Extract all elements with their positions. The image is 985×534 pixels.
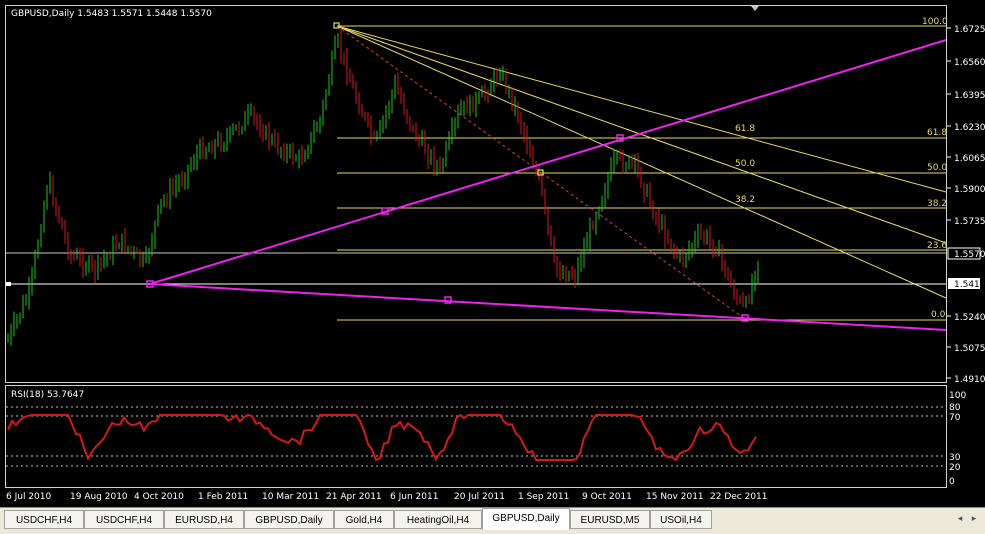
svg-text:1.5570: 1.5570 <box>954 250 985 260</box>
svg-text:19 Aug 2010: 19 Aug 2010 <box>70 492 128 502</box>
tab-eurusd-h4[interactable]: EURUSD,H4 <box>164 510 244 529</box>
svg-text:30: 30 <box>949 453 961 463</box>
fib-label-618: 61.8 <box>927 128 947 138</box>
left-price-marker <box>6 282 11 286</box>
svg-text:1.6230: 1.6230 <box>954 123 985 133</box>
tab-gold-h4[interactable]: Gold,H4 <box>334 510 394 529</box>
fan-label-618: 61.8 <box>735 124 755 134</box>
svg-text:6 Jun 2011: 6 Jun 2011 <box>390 492 438 502</box>
svg-text:22 Dec 2011: 22 Dec 2011 <box>710 492 768 502</box>
rsi-title: RSI(18) 53.7647 <box>11 390 85 400</box>
chart-title: GBPUSD,Daily 1.5483 1.5571 1.5448 1.5570 <box>11 9 212 19</box>
lower-trendline[interactable] <box>149 283 947 331</box>
tab-gbpusd-daily-1[interactable]: GBPUSD,Daily <box>244 510 334 529</box>
svg-text:21 Apr 2011: 21 Apr 2011 <box>326 492 382 502</box>
svg-text:1.5075: 1.5075 <box>954 344 985 354</box>
tab-scroll-left-icon[interactable]: ◂ <box>954 513 966 525</box>
date-axis[interactable]: 6 Jul 2010 19 Aug 2010 4 Oct 2010 1 Feb … <box>6 492 768 502</box>
svg-text:20: 20 <box>949 463 961 473</box>
fib-label-236: 23.6 <box>927 241 947 251</box>
fib-label-00: 0.0 <box>931 310 946 320</box>
svg-text:1.6725: 1.6725 <box>954 25 985 35</box>
rsi-line <box>7 413 757 462</box>
rsi-axis[interactable]: 100 80 70 30 20 0 <box>949 391 966 487</box>
tab-gbpusd-daily-active[interactable]: GBPUSD,Daily <box>482 508 570 530</box>
svg-text:6 Jul 2010: 6 Jul 2010 <box>6 492 51 502</box>
tab-usdchf-h4-1[interactable]: USDCHF,H4 <box>4 510 84 529</box>
svg-text:1.5900: 1.5900 <box>954 185 985 195</box>
fib-label-100: 100.0 <box>922 17 948 27</box>
upper-trendline[interactable] <box>149 39 947 285</box>
svg-text:1.4910: 1.4910 <box>954 375 985 385</box>
svg-text:1.6560: 1.6560 <box>954 58 985 68</box>
tab-eurusd-m5[interactable]: EURUSD,M5 <box>570 510 650 529</box>
fib-label-382: 38.2 <box>927 199 947 209</box>
svg-text:1 Feb 2011: 1 Feb 2011 <box>198 492 248 502</box>
chart-window: 100.0 61.8 50.0 38.2 23.6 0.0 61.8 50.0 … <box>0 0 985 534</box>
svg-text:1.6065: 1.6065 <box>954 154 985 164</box>
chart-tab-bar: USDCHF,H4 USDCHF,H4 EURUSD,H4 GBPUSD,Dai… <box>0 507 985 534</box>
tab-scroll-right-icon[interactable]: ▸ <box>968 513 980 525</box>
tab-usoil-h4[interactable]: USOil,H4 <box>650 510 712 529</box>
svg-text:10 Mar 2011: 10 Mar 2011 <box>262 492 319 502</box>
svg-text:70: 70 <box>949 413 961 423</box>
svg-text:1.5240: 1.5240 <box>954 313 985 323</box>
svg-text:20 Jul 2011: 20 Jul 2011 <box>454 492 505 502</box>
svg-text:15 Nov 2011: 15 Nov 2011 <box>646 492 704 502</box>
svg-text:1 Sep 2011: 1 Sep 2011 <box>518 492 569 502</box>
chart-canvas[interactable]: 100.0 61.8 50.0 38.2 23.6 0.0 61.8 50.0 … <box>0 0 985 507</box>
svg-text:1.5415: 1.5415 <box>954 280 985 290</box>
svg-text:0: 0 <box>949 477 955 487</box>
fan-label-500: 50.0 <box>735 159 755 169</box>
svg-text:9 Oct 2011: 9 Oct 2011 <box>582 492 632 502</box>
tab-heatingoil-h4[interactable]: HeatingOil,H4 <box>394 510 482 529</box>
svg-text:80: 80 <box>949 403 961 413</box>
fan-label-382: 38.2 <box>735 195 755 205</box>
svg-text:1.6395: 1.6395 <box>954 91 985 101</box>
fib-label-500: 50.0 <box>927 163 947 173</box>
tab-usdchf-h4-2[interactable]: USDCHF,H4 <box>84 510 164 529</box>
svg-text:1.5735: 1.5735 <box>954 217 985 227</box>
svg-text:100: 100 <box>949 391 966 401</box>
chart-shift-marker[interactable] <box>751 6 759 11</box>
svg-text:4 Oct 2010: 4 Oct 2010 <box>134 492 184 502</box>
price-axis[interactable]: 1.6725 1.6560 1.6395 1.6230 1.6065 1.590… <box>947 25 985 385</box>
